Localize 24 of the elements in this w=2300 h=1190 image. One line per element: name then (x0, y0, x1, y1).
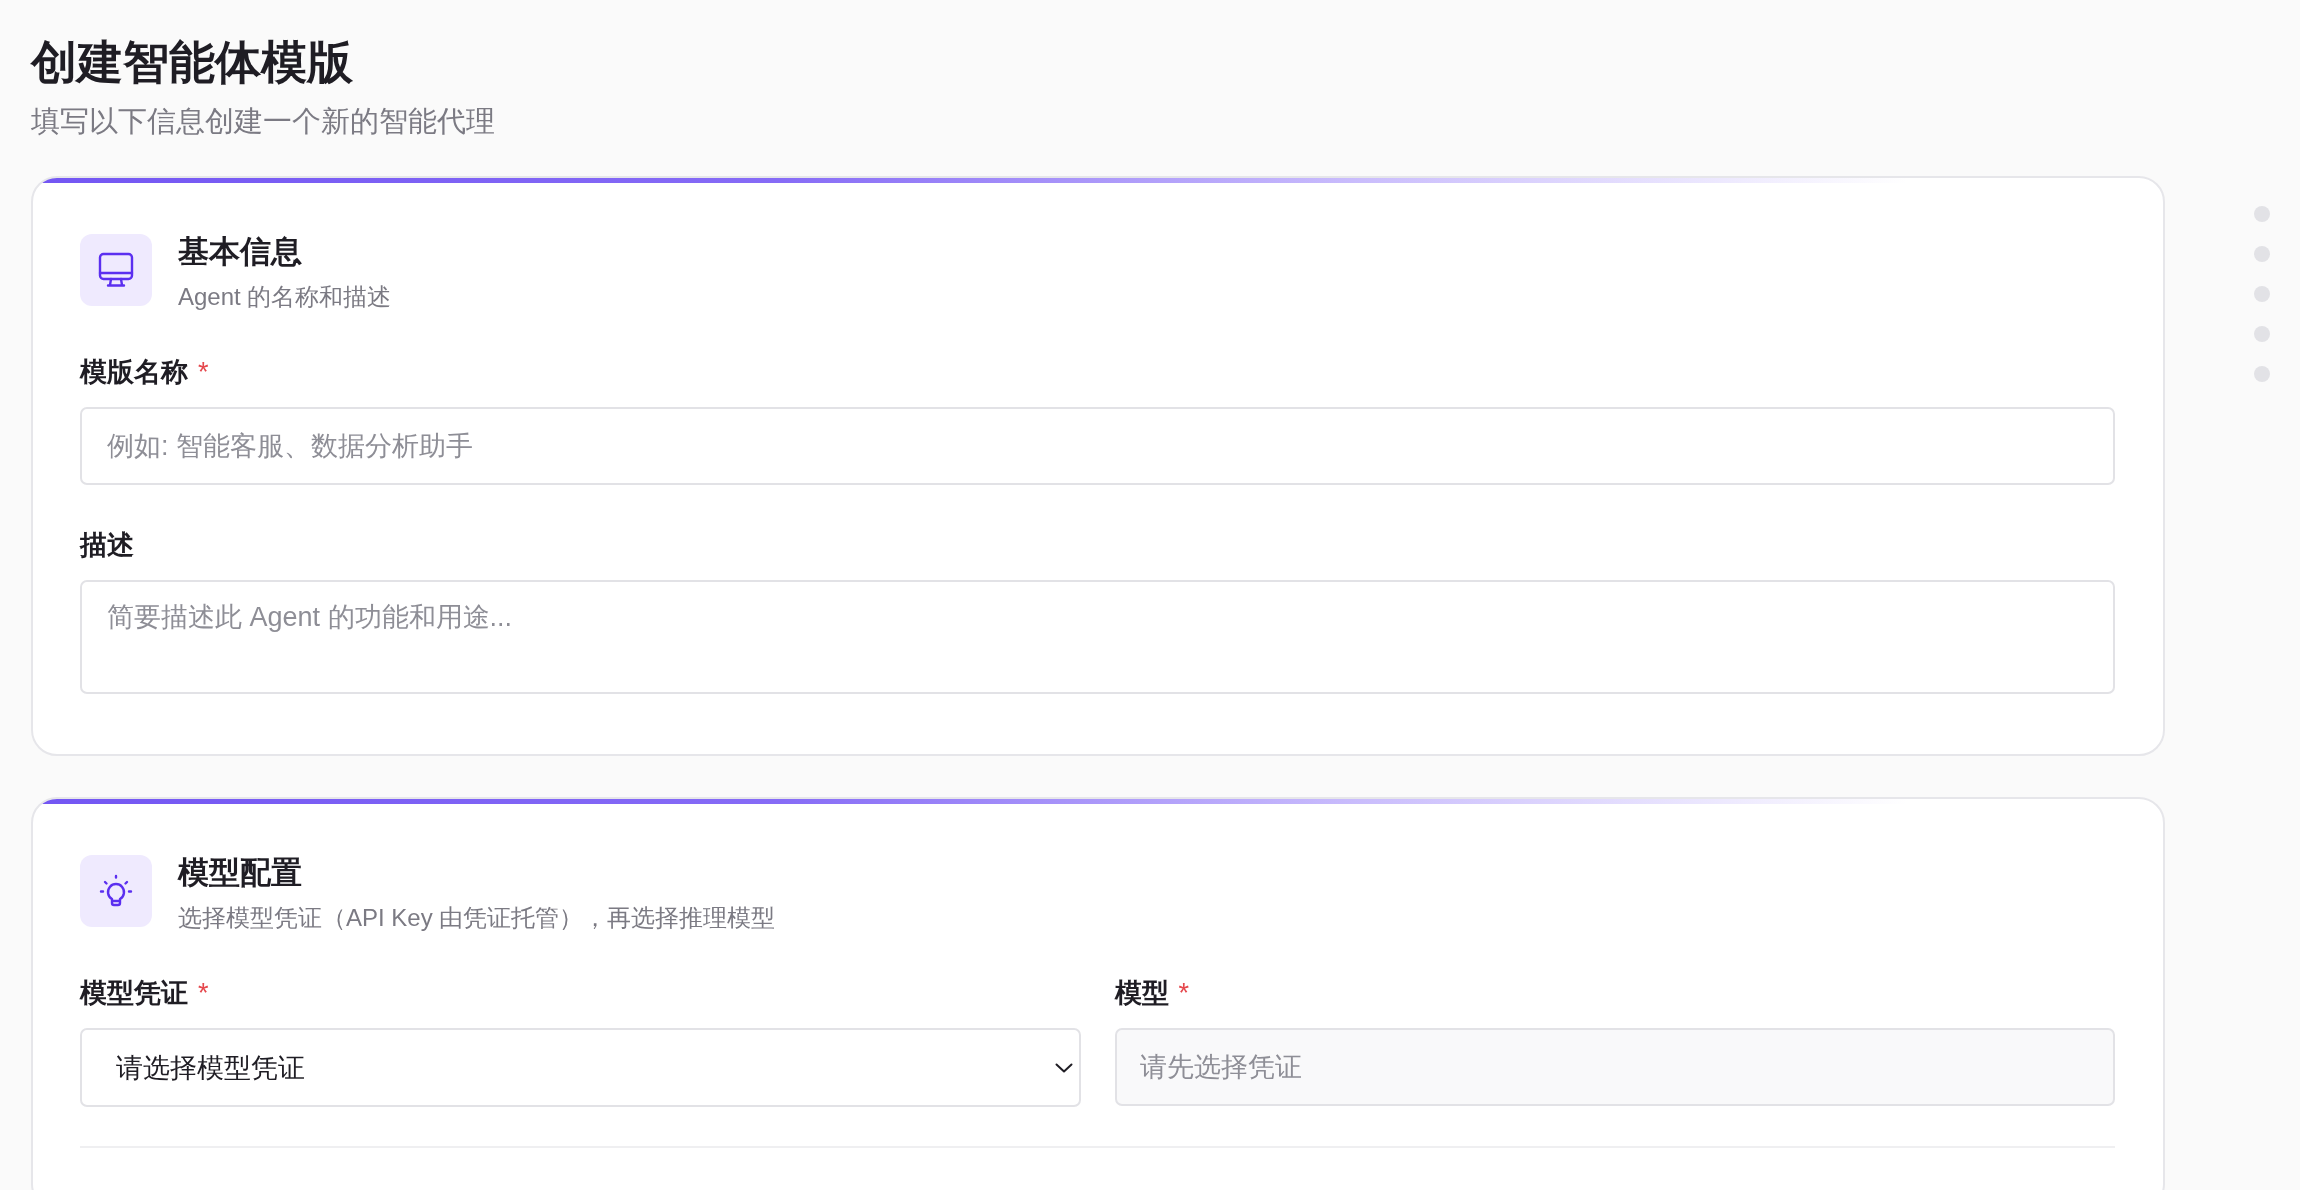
input-field[interactable]: 例如: 智能客服、数据分析助手 (80, 407, 2115, 485)
section-title: 基本信息 (178, 234, 302, 270)
chevron-down-icon (1054, 1062, 1073, 1073)
section-description: 选择模型凭证（API Key 由凭证托管），再选择推理模型 (178, 903, 776, 933)
required-mark: * (198, 356, 209, 389)
lightbulb-icon (80, 855, 152, 927)
field-label: 模型凭证 (80, 977, 188, 1010)
required-mark: * (1178, 977, 1189, 1010)
section-description: Agent 的名称和描述 (178, 282, 392, 312)
section-title: 模型配置 (178, 855, 302, 891)
field-label: 描述 (80, 529, 134, 562)
section-nav-dot[interactable] (2254, 286, 2270, 302)
page-subtitle: 填写以下信息创建一个新的智能代理 (31, 104, 496, 139)
section-nav-dot[interactable] (2254, 246, 2270, 262)
section-nav-dot[interactable] (2254, 366, 2270, 382)
page-title: 创建智能体模版 (31, 35, 354, 90)
monitor-icon (80, 234, 152, 306)
field-label: 模型 (1114, 977, 1169, 1010)
required-mark: * (198, 977, 209, 1010)
select-field[interactable]: 请选择模型凭证 (80, 1028, 1081, 1107)
section-nav-dot[interactable] (2254, 206, 2270, 222)
section-nav-dot[interactable] (2254, 326, 2270, 342)
textarea-field[interactable]: 简要描述此 Agent 的功能和用途... (80, 580, 2115, 694)
field-label: 模版名称 (80, 356, 188, 389)
